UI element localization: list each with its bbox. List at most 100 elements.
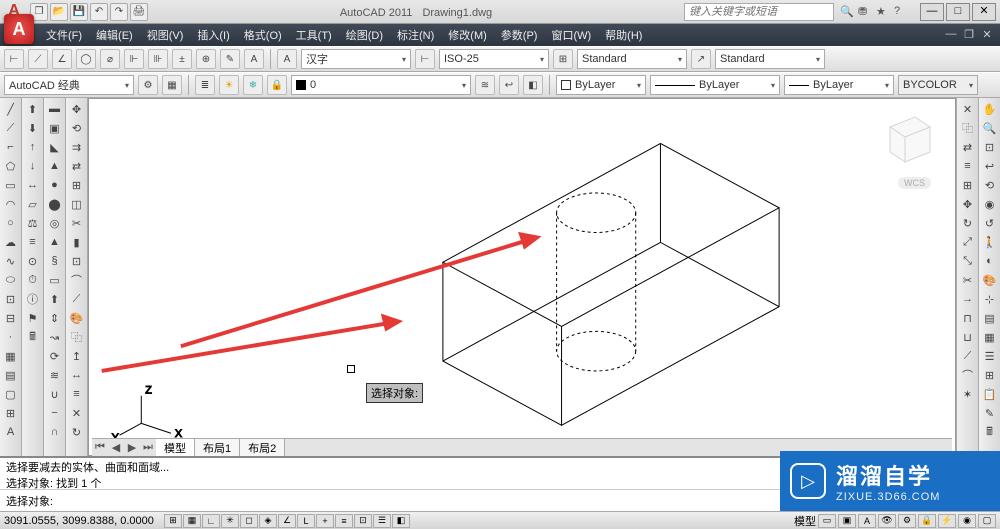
polar-toggle[interactable]: ✳	[221, 514, 239, 528]
grid-toggle[interactable]: ▦	[183, 514, 201, 528]
torus-icon[interactable]: ◎	[46, 214, 64, 232]
coordinates-readout[interactable]: 3091.0555, 3099.8388, 0.0000	[4, 515, 164, 527]
menu-tools[interactable]: 工具(T)	[290, 25, 338, 45]
mtext-icon[interactable]: A	[2, 423, 20, 441]
qat-redo-icon[interactable]: ↷	[110, 3, 128, 21]
menu-format[interactable]: 格式(O)	[238, 25, 288, 45]
maximize-button[interactable]: □	[946, 3, 970, 21]
lineweight-dropdown[interactable]: ByLayer▾	[784, 75, 894, 95]
sectionplane-icon[interactable]: ◫	[68, 195, 86, 213]
ducs-toggle[interactable]: L	[297, 514, 315, 528]
properties-icon[interactable]: ☰	[981, 347, 999, 365]
circle-icon[interactable]: ○	[2, 214, 20, 232]
status-icon[interactable]: ⓘ	[24, 290, 42, 308]
annoscale-icon[interactable]: A	[858, 514, 876, 528]
layer-lock-icon[interactable]: 🔒	[267, 75, 287, 95]
sweep-icon[interactable]: ↝	[46, 328, 64, 346]
ucs-icon[interactable]: ⊹	[981, 290, 999, 308]
menu-file[interactable]: 文件(F)	[40, 25, 88, 45]
render-icon[interactable]: 🎨	[981, 271, 999, 289]
clean-screen-icon[interactable]: ▢	[978, 514, 996, 528]
dimtedit-icon[interactable]: A	[244, 49, 264, 69]
join-icon[interactable]: ⊔	[959, 328, 977, 346]
viewcube[interactable]	[875, 107, 935, 167]
chamfer-edge-icon[interactable]: ⟋	[68, 290, 86, 308]
bringfront-icon[interactable]: ⬆	[24, 100, 42, 118]
table-icon[interactable]: ⊞	[2, 404, 20, 422]
quickview-layouts-icon[interactable]: ▭	[818, 514, 836, 528]
app-menu-button[interactable]: A	[4, 14, 34, 44]
massprops-icon[interactable]: ⚖	[24, 214, 42, 232]
sendback-icon[interactable]: ⬇	[24, 119, 42, 137]
dimdiameter-icon[interactable]: ⌀	[100, 49, 120, 69]
color-dropdown[interactable]: ByLayer▾	[556, 75, 646, 95]
mleaderstyle-dropdown[interactable]: Standard▾	[715, 49, 825, 69]
zoomprev-icon[interactable]: ↩	[981, 157, 999, 175]
quickview-dwg-icon[interactable]: ▣	[838, 514, 856, 528]
cone-icon[interactable]: ▲	[46, 157, 64, 175]
dyn-toggle[interactable]: +	[316, 514, 334, 528]
move-icon[interactable]: ✥	[959, 195, 977, 213]
orbit-icon[interactable]: ⟲	[981, 176, 999, 194]
layer-prop-icon[interactable]: ≣	[195, 75, 215, 95]
bringabove-icon[interactable]: ↑	[24, 138, 42, 156]
break-icon[interactable]: ⊓	[959, 309, 977, 327]
offset-face-icon[interactable]: ≡	[68, 385, 86, 403]
area-icon[interactable]: ▱	[24, 195, 42, 213]
markup-icon[interactable]: ✎	[981, 404, 999, 422]
offset-icon[interactable]: ≡	[959, 157, 977, 175]
ws-switch-icon[interactable]: ⚙	[898, 514, 916, 528]
polysolid-icon[interactable]: ▬	[46, 100, 64, 118]
dimangular-icon[interactable]: ∠	[52, 49, 72, 69]
stretch-icon[interactable]: ⤡	[959, 252, 977, 270]
tab-next-icon[interactable]: ▶	[124, 441, 140, 454]
mirror-icon[interactable]: ⇄	[959, 138, 977, 156]
workspace-dropdown[interactable]: AutoCAD 经典▾	[4, 75, 134, 95]
copy-icon[interactable]: ⿻	[959, 119, 977, 137]
qp-toggle[interactable]: ☰	[373, 514, 391, 528]
search-icon[interactable]: 🔍	[840, 5, 854, 19]
textstyle-icon[interactable]: A	[277, 49, 297, 69]
tablestyle-icon[interactable]: ⊞	[553, 49, 573, 69]
hatch-icon[interactable]: ▦	[2, 347, 20, 365]
dimstyle-dropdown[interactable]: ISO-25▾	[439, 49, 549, 69]
toolpalette-icon[interactable]: ▦	[162, 75, 182, 95]
namedviews-icon[interactable]: ▤	[981, 309, 999, 327]
qat-save-icon[interactable]: 💾	[70, 3, 88, 21]
tab-layout1[interactable]: 布局1	[195, 439, 240, 457]
tab-prev-icon[interactable]: ◀	[108, 441, 124, 454]
copy-edge-icon[interactable]: ⿻	[68, 328, 86, 346]
scale-icon[interactable]: ⤢	[959, 233, 977, 251]
lwt-toggle[interactable]: ≡	[335, 514, 353, 528]
dimstyle-icon[interactable]: ⊢	[415, 49, 435, 69]
setvar-icon[interactable]: ⚑	[24, 309, 42, 327]
menu-edit[interactable]: 编辑(E)	[90, 25, 139, 45]
modelspace-label[interactable]: 模型	[794, 513, 816, 529]
fillet-icon[interactable]: ⌒	[959, 366, 977, 384]
qat-print-icon[interactable]: 🖨	[130, 3, 148, 21]
rotate-icon[interactable]: ↻	[959, 214, 977, 232]
dimaligned-icon[interactable]: ⟋	[28, 49, 48, 69]
centermark-icon[interactable]: ⊕	[196, 49, 216, 69]
layer-iso-icon[interactable]: ◧	[523, 75, 543, 95]
drawing-canvas[interactable]: X Y Z WCS 选择对象:	[88, 98, 956, 456]
intersect-icon[interactable]: ∩	[46, 423, 64, 441]
move-face-icon[interactable]: ↔	[68, 366, 86, 384]
planesurf-icon[interactable]: ▭	[46, 271, 64, 289]
favorites-icon[interactable]: ★	[876, 5, 890, 19]
point-icon[interactable]: ·	[2, 328, 20, 346]
textstyle-dropdown[interactable]: 汉字▾	[301, 49, 411, 69]
3dorbit-icon[interactable]: ◉	[981, 195, 999, 213]
imprint-icon[interactable]: ⊡	[68, 252, 86, 270]
quickcalc-icon[interactable]: 🖩	[981, 423, 999, 441]
calc-icon[interactable]: 🖩	[24, 328, 42, 346]
extrude-icon[interactable]: ⬆	[46, 290, 64, 308]
make-block-icon[interactable]: ⊟	[2, 309, 20, 327]
presspull-icon[interactable]: ⇕	[46, 309, 64, 327]
3darray-icon[interactable]: ⊞	[68, 176, 86, 194]
chamfer-icon[interactable]: ⟋	[959, 347, 977, 365]
menu-modify[interactable]: 修改(M)	[442, 25, 493, 45]
union-icon[interactable]: ∪	[46, 385, 64, 403]
menu-draw[interactable]: 绘图(D)	[340, 25, 389, 45]
layer-match-icon[interactable]: ≋	[475, 75, 495, 95]
